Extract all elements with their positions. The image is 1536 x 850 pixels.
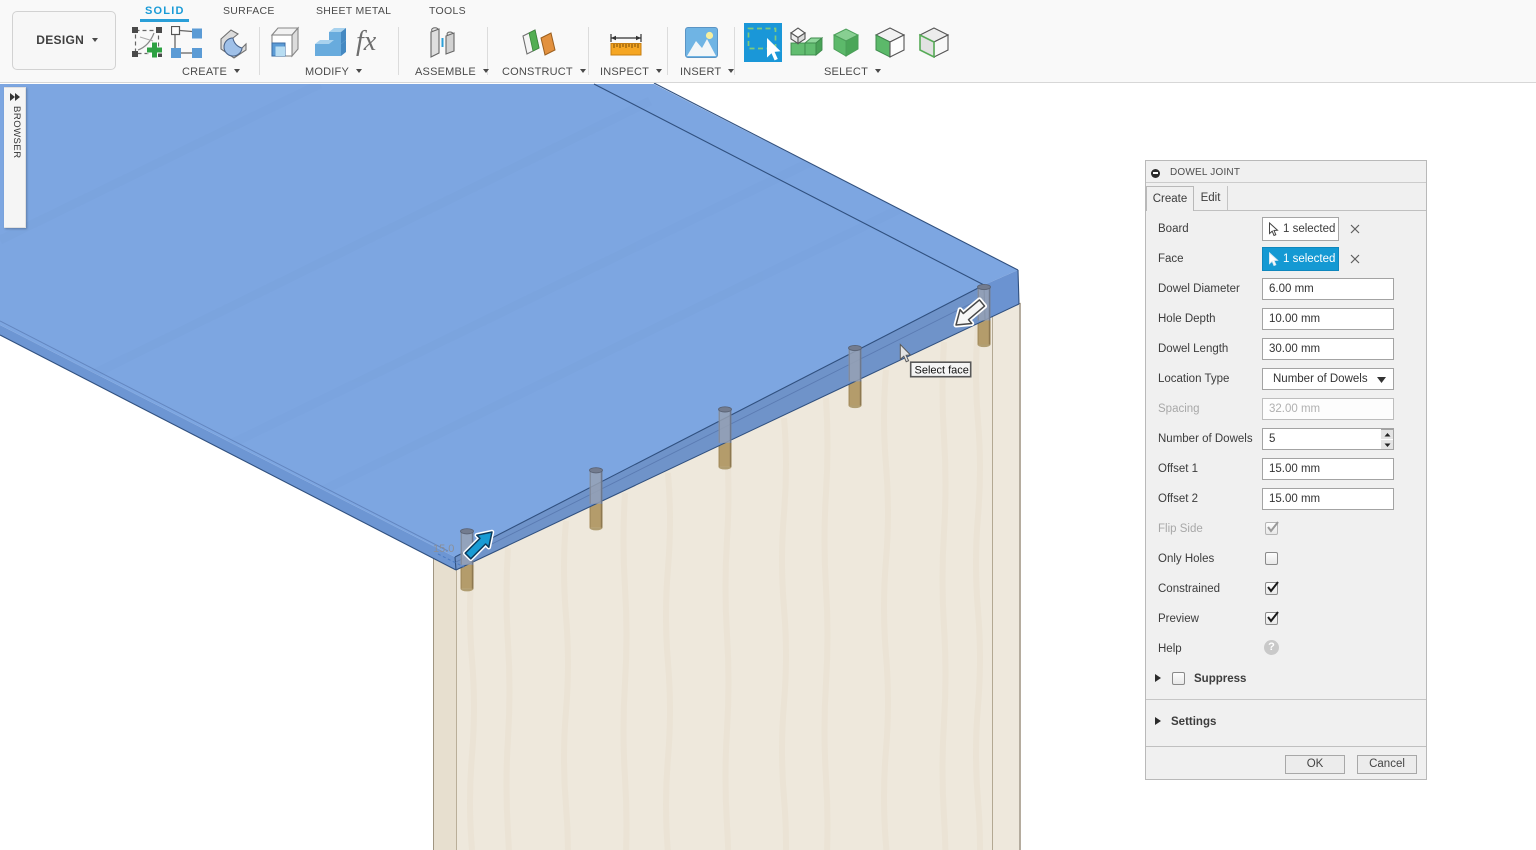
svg-text:Select face: Select face <box>915 365 969 377</box>
svg-text:15.0: 15.0 <box>433 543 454 555</box>
